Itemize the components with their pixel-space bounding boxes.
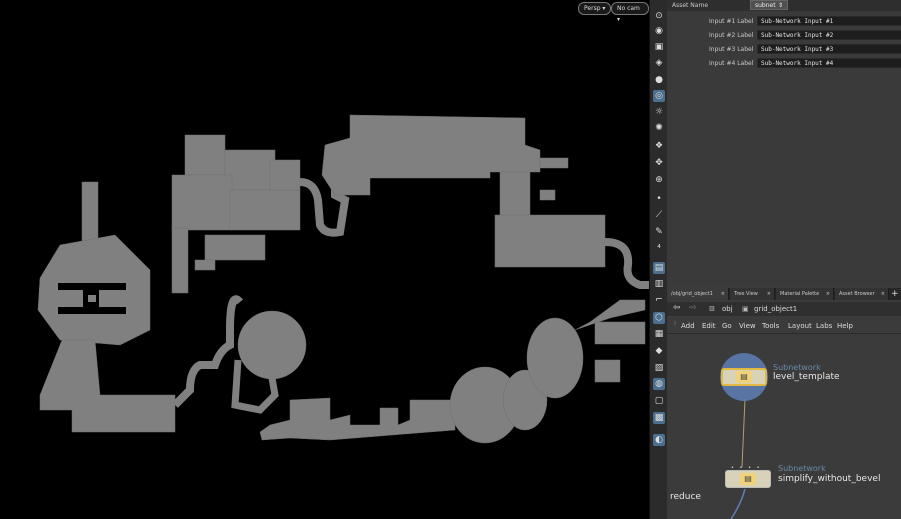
reduce-label[interactable]: reduce: [670, 492, 701, 502]
light-icon[interactable]: ☼: [653, 106, 665, 118]
asset-name-value: subnet: [755, 2, 776, 9]
wire-icon[interactable]: ⬡: [653, 312, 665, 324]
node-level-template[interactable]: ▤: [721, 368, 767, 388]
persp-label: Persp: [584, 5, 601, 12]
lock-icon[interactable]: ▣: [653, 41, 665, 53]
select-icon[interactable]: ◎: [653, 90, 665, 102]
save-icon[interactable]: ▢: [653, 395, 665, 407]
input-2-field[interactable]: Sub-Network Input #2: [757, 30, 901, 40]
subnet-icon: ▤: [740, 473, 756, 485]
view-icon[interactable]: ⊙: [653, 10, 665, 22]
display-2-icon[interactable]: ▥: [653, 278, 665, 290]
camera-menu-button[interactable]: No cam ▾: [611, 2, 649, 23]
asset-name-row: Asset Name subnet ⇕: [667, 0, 901, 11]
sphere-icon[interactable]: ●: [653, 74, 665, 86]
asset-name-field[interactable]: subnet ⇕: [750, 0, 788, 10]
viewport[interactable]: Persp ▾ No cam ▾: [0, 0, 649, 519]
number-icon[interactable]: ⁴: [653, 243, 665, 255]
input-1-label: Input #1 Label: [709, 18, 754, 25]
camera-label: No cam: [617, 5, 640, 12]
group-icon[interactable]: ❖: [653, 140, 665, 152]
network-editor[interactable]: /obj/grid_object1 × Tree View × Material…: [667, 284, 901, 519]
input-4-field[interactable]: Sub-Network Input #4: [757, 58, 901, 68]
eye-icon[interactable]: ◉: [653, 25, 665, 37]
input-4-label: Input #4 Label: [709, 60, 754, 67]
dot-icon[interactable]: •: [653, 193, 665, 205]
diamond-icon[interactable]: ◆: [653, 345, 665, 357]
display-toolbar: ⊙ ◉ ▣ ◈ ● ◎ ☼ ✺ ❖ ✥ ⊕ • ⟋ ✎ ⁴ ▤ ▥ ⌐ ⬡ ▦ …: [649, 0, 668, 519]
marker-icon[interactable]: ◐: [653, 434, 665, 446]
input-3-label: Input #3 Label: [709, 46, 754, 53]
persp-menu-button[interactable]: Persp ▾: [578, 2, 612, 15]
node-2-type: Subnetwork: [778, 464, 826, 473]
node-1-type: Subnetwork: [773, 363, 821, 372]
handle-icon[interactable]: ⊕: [653, 174, 665, 186]
shape-body: [39, 339, 176, 433]
level-geometry: [37, 114, 649, 444]
box-icon[interactable]: ▨: [653, 362, 665, 374]
asset-name-label: Asset Name: [672, 2, 709, 9]
parameter-panel: Asset Name subnet ⇕ Input #1 Label Sub-N…: [667, 0, 901, 284]
camera-icon[interactable]: ◈: [653, 57, 665, 69]
paint-icon[interactable]: ◍: [653, 378, 665, 390]
light-2-icon[interactable]: ✺: [653, 122, 665, 134]
input-3-field[interactable]: Sub-Network Input #3: [757, 44, 901, 54]
input-2-label: Input #2 Label: [709, 32, 754, 39]
node-simplify-without-bevel[interactable]: • • • • ▤: [725, 465, 771, 488]
grid-icon[interactable]: ⌐: [653, 294, 665, 306]
image-icon[interactable]: ▩: [653, 412, 665, 424]
pen-icon[interactable]: ✎: [653, 226, 665, 238]
brush-icon[interactable]: ⟋: [653, 209, 665, 221]
display-icon[interactable]: ▤: [653, 262, 665, 274]
node-1-name[interactable]: level_template: [773, 372, 840, 382]
subnet-icon: ▤: [736, 371, 752, 383]
shape-antenna: [81, 181, 99, 243]
node-2-name[interactable]: simplify_without_bevel: [778, 474, 880, 484]
input-1-field[interactable]: Sub-Network Input #1: [757, 16, 901, 26]
shading-icon[interactable]: ▦: [653, 328, 665, 340]
transform-icon[interactable]: ✥: [653, 157, 665, 169]
